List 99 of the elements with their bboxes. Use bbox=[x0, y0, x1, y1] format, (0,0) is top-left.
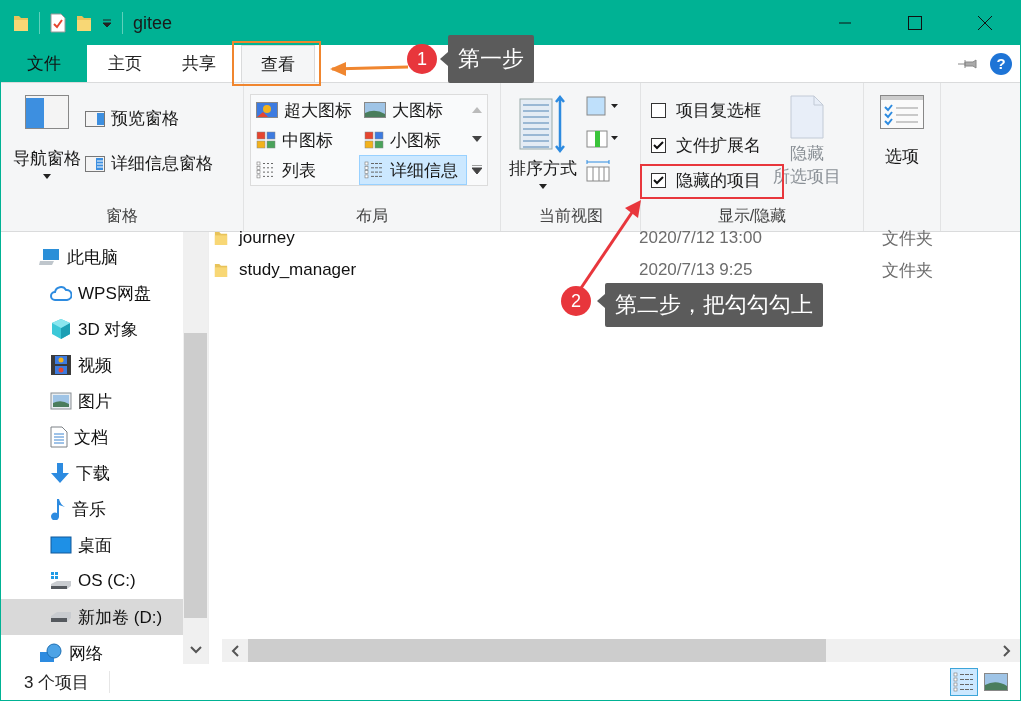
group-label: 窗格 bbox=[105, 206, 139, 226]
pane-layout-icon bbox=[25, 95, 69, 129]
computer-icon bbox=[39, 248, 61, 266]
document-icon bbox=[790, 95, 824, 139]
system-drive-icon bbox=[50, 571, 72, 591]
nav-item[interactable]: 3D 对象 bbox=[1, 311, 183, 347]
vertical-scrollbar[interactable] bbox=[183, 232, 208, 664]
horizontal-scrollbar[interactable] bbox=[222, 639, 1020, 662]
properties-icon[interactable] bbox=[50, 13, 66, 33]
list-icon bbox=[256, 161, 276, 179]
pane-button[interactable]: 详细信息窗格 bbox=[83, 148, 215, 179]
ribbon-tab[interactable]: 文件 bbox=[1, 45, 87, 82]
nav-item[interactable]: 文档 bbox=[1, 419, 183, 455]
checkbox[interactable] bbox=[651, 103, 666, 118]
checkbox-option[interactable]: 项目复选框 bbox=[647, 93, 765, 128]
file-type: 文件夹 bbox=[882, 227, 933, 250]
picture-icon bbox=[984, 673, 1008, 691]
close-icon bbox=[978, 16, 992, 30]
nav-item[interactable]: 音乐 bbox=[1, 491, 183, 527]
icon-grid-icon bbox=[256, 131, 276, 149]
add-columns-icon[interactable] bbox=[585, 127, 619, 151]
group-label: 当前视图 bbox=[537, 206, 604, 226]
file-type: 文件夹 bbox=[882, 259, 933, 282]
file-name[interactable]: journey bbox=[239, 228, 295, 247]
details-view-button[interactable] bbox=[950, 668, 978, 696]
group-by-icon[interactable] bbox=[585, 95, 619, 119]
scroll-right-icon[interactable] bbox=[1003, 644, 1011, 657]
pane-button[interactable]: 预览窗格 bbox=[83, 103, 215, 134]
nav-item[interactable]: 桌面 bbox=[1, 527, 183, 563]
list-icon bbox=[953, 672, 975, 692]
drive-icon bbox=[50, 611, 72, 623]
scroll-left-icon[interactable] bbox=[231, 644, 239, 657]
window-title: gitee bbox=[133, 12, 173, 34]
group-label: 布局 bbox=[355, 206, 389, 226]
scroll-down-icon[interactable] bbox=[189, 646, 202, 654]
pane-icon bbox=[85, 155, 105, 172]
nav-item[interactable]: OS (C:) bbox=[1, 563, 183, 599]
maximize-icon bbox=[908, 16, 922, 30]
checkbox-option[interactable]: 文件扩展名 bbox=[647, 128, 765, 163]
folder-icon bbox=[214, 230, 228, 246]
layout-option[interactable]: 小图标 bbox=[359, 125, 467, 155]
more-icon[interactable] bbox=[472, 164, 482, 174]
new-folder-icon bbox=[76, 14, 92, 32]
nav-item[interactable]: 图片 bbox=[1, 383, 183, 419]
nav-item[interactable]: 视频 bbox=[1, 347, 183, 383]
scrollbar-thumb[interactable] bbox=[248, 639, 826, 662]
cube-icon bbox=[50, 318, 72, 340]
music-note-icon bbox=[50, 498, 66, 520]
caret-icon[interactable] bbox=[102, 18, 112, 28]
checklist-icon bbox=[880, 95, 924, 129]
item-count: 3 个项目 bbox=[24, 671, 90, 694]
list-icon bbox=[364, 161, 384, 179]
document-icon bbox=[50, 426, 68, 448]
nav-item[interactable]: 此电脑 bbox=[1, 239, 183, 275]
help-button[interactable]: ? bbox=[990, 52, 1012, 75]
nav-item[interactable]: 新加卷 (D:) bbox=[1, 599, 183, 635]
checkbox[interactable] bbox=[651, 173, 666, 188]
desktop-icon bbox=[50, 536, 72, 554]
cloud-icon bbox=[50, 285, 72, 301]
checkbox[interactable] bbox=[651, 138, 666, 153]
nav-item[interactable]: 下载 bbox=[1, 455, 183, 491]
sort-icon bbox=[519, 95, 567, 153]
file-name[interactable]: study_manager bbox=[239, 260, 357, 279]
layout-option[interactable]: 列表 bbox=[251, 155, 359, 185]
pin-icon[interactable] bbox=[958, 57, 978, 70]
picture-icon bbox=[364, 102, 386, 118]
callout: 第二步，把勾勾勾上 bbox=[605, 283, 823, 327]
file-date: 2020/7/13 9:25 bbox=[639, 260, 754, 280]
callout: 第一步 bbox=[448, 35, 534, 83]
checkbox-option[interactable]: 隐藏的项目 bbox=[647, 163, 765, 198]
icon-grid-icon bbox=[364, 131, 384, 149]
folder-icon bbox=[13, 14, 29, 32]
caret-icon bbox=[43, 174, 51, 179]
ribbon-tab[interactable]: 共享 bbox=[163, 45, 235, 82]
minimize-icon bbox=[839, 22, 851, 24]
file-date: 2020/7/12 13:00 bbox=[639, 228, 763, 248]
nav-item[interactable]: WPS网盘 bbox=[1, 275, 183, 311]
sort-button[interactable]: 排序方式 bbox=[507, 91, 579, 193]
picture-icon bbox=[256, 102, 278, 118]
group-label: 显示/隐藏 bbox=[716, 206, 788, 226]
layout-option[interactable]: 大图标 bbox=[359, 95, 467, 125]
pane-icon bbox=[85, 110, 105, 127]
navigation-pane-button[interactable]: 导航窗格 bbox=[11, 91, 83, 183]
scrollbar-thumb[interactable] bbox=[184, 333, 207, 618]
download-icon bbox=[50, 462, 70, 484]
film-icon bbox=[50, 354, 72, 376]
caret-icon bbox=[539, 184, 547, 189]
ribbon-tab[interactable]: 查看 bbox=[241, 45, 315, 82]
network-icon bbox=[39, 642, 63, 664]
fit-columns-icon[interactable] bbox=[585, 159, 611, 183]
layout-option[interactable]: 中图标 bbox=[251, 125, 359, 155]
options-button[interactable]: 选项 bbox=[878, 91, 926, 172]
layout-option[interactable]: 超大图标 bbox=[251, 95, 359, 125]
folder-icon bbox=[214, 262, 228, 278]
nav-item[interactable]: 网络 bbox=[1, 635, 183, 664]
layout-option[interactable]: 详细信息 bbox=[359, 155, 467, 185]
scroll-down-icon[interactable] bbox=[472, 135, 482, 142]
picture-icon bbox=[50, 392, 72, 410]
ribbon-tab[interactable]: 主页 bbox=[89, 45, 161, 82]
